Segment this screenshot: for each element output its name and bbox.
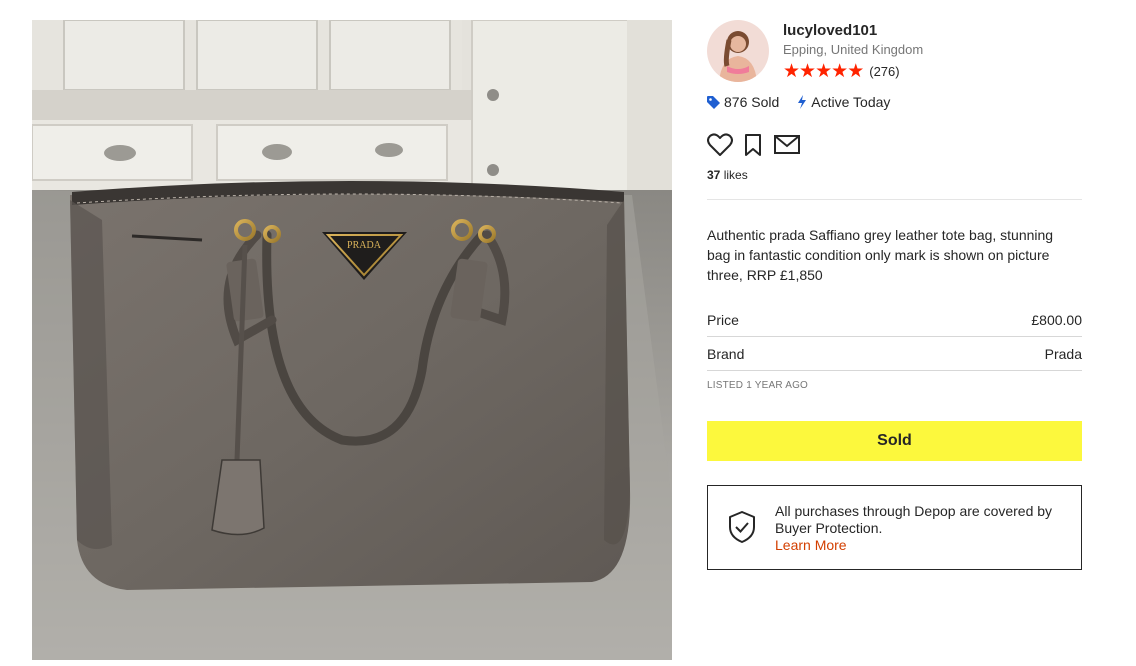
- likes-count[interactable]: 37 likes: [707, 168, 1082, 182]
- learn-more-link[interactable]: Learn More: [775, 537, 1065, 554]
- lightning-icon: [798, 95, 807, 109]
- star-icon: ★: [815, 61, 832, 82]
- save-button[interactable]: [743, 133, 763, 157]
- buyer-protection-message: All purchases through Depop are covered …: [775, 503, 1053, 536]
- product-actions: [707, 132, 1082, 158]
- buyer-protection-box: All purchases through Depop are covered …: [707, 485, 1082, 570]
- attribute-row-price: Price £800.00: [707, 303, 1082, 337]
- seller-panel: lucyloved101 Epping, United Kingdom ★ ★ …: [707, 18, 1082, 86]
- attribute-label: Brand: [707, 345, 745, 362]
- message-button[interactable]: [773, 134, 801, 156]
- seller-avatar[interactable]: [707, 20, 769, 82]
- heart-icon: [707, 133, 733, 156]
- tag-icon: [707, 95, 720, 109]
- product-description: Authentic prada Saffiano grey leather to…: [707, 227, 1054, 283]
- activity-status: Active Today: [797, 94, 890, 110]
- activity-label: Active Today: [811, 94, 891, 110]
- star-icon: ★: [783, 61, 800, 82]
- product-photo[interactable]: PRADA: [32, 20, 672, 660]
- likes-label: likes: [723, 168, 748, 182]
- rating-count: (276): [869, 64, 900, 79]
- attribute-value: £800.00: [1031, 311, 1082, 328]
- star-icon: ★: [799, 61, 816, 82]
- sold-button[interactable]: Sold: [707, 421, 1082, 461]
- product-image: PRADA: [32, 20, 672, 660]
- shield-check-icon: [729, 511, 755, 543]
- sold-count: 876 Sold: [707, 94, 779, 110]
- listed-time: LISTED 1 YEAR AGO: [707, 380, 809, 391]
- buyer-protection-text: All purchases through Depop are covered …: [775, 503, 1065, 554]
- seller-location: Epping, United Kingdom: [783, 42, 924, 57]
- product-details: lucyloved101 Epping, United Kingdom ★ ★ …: [707, 18, 1082, 570]
- like-button[interactable]: [707, 133, 733, 157]
- bookmark-icon: [745, 134, 761, 156]
- star-icon: ★: [831, 61, 848, 82]
- envelope-icon: [774, 135, 800, 154]
- seller-stats: 876 Sold Active Today: [707, 94, 1082, 110]
- attribute-label: Price: [707, 311, 739, 328]
- attribute-row-brand: Brand Prada: [707, 337, 1082, 371]
- seller-rating[interactable]: ★ ★ ★ ★ ★ (276): [783, 62, 900, 81]
- seller-username[interactable]: lucyloved101: [783, 22, 877, 39]
- prada-logo-text: PRADA: [347, 240, 382, 251]
- sold-count-label: 876 Sold: [724, 94, 780, 110]
- likes-number: 37: [707, 168, 721, 182]
- star-icon: ★: [847, 61, 864, 82]
- product-attributes: Price £800.00 Brand Prada: [707, 303, 1082, 371]
- divider: [707, 199, 1082, 200]
- attribute-value[interactable]: Prada: [1045, 346, 1082, 362]
